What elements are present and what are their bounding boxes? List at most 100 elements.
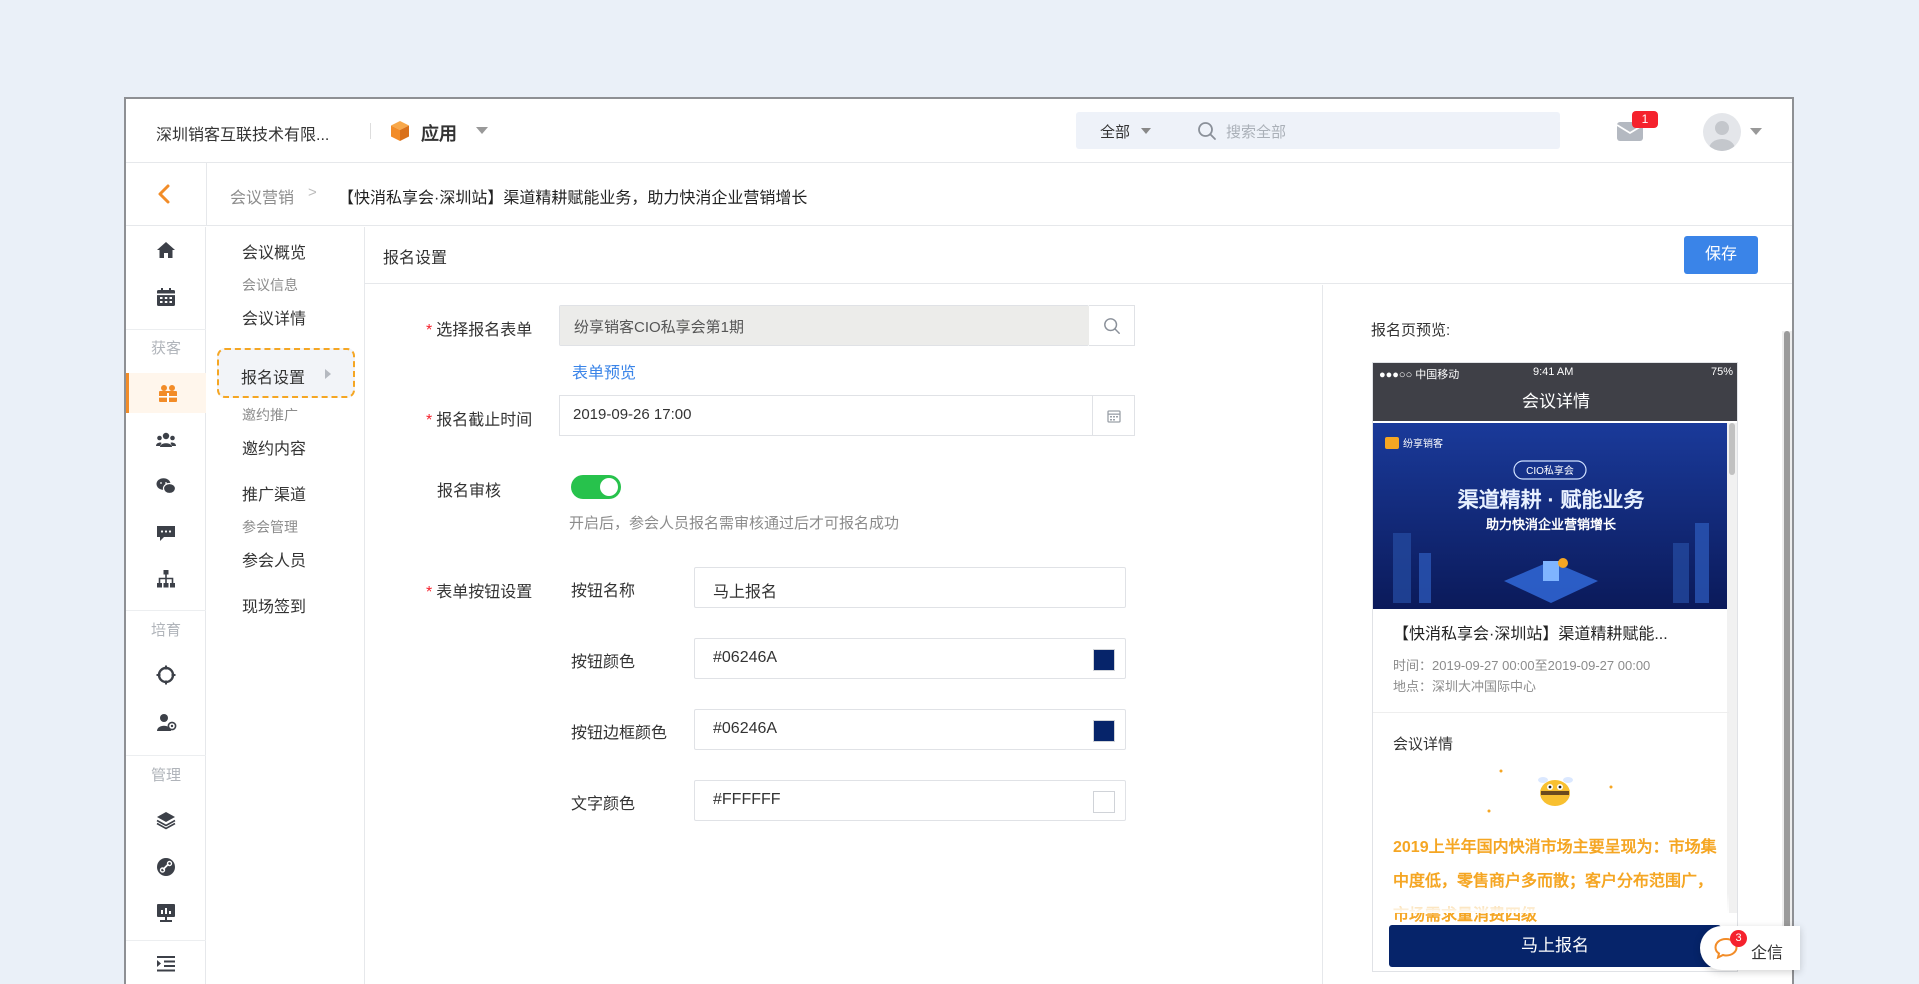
user-avatar-icon (1709, 121, 1735, 151)
bee-mascot-icon (1487, 769, 1613, 813)
deadline-value: 2019-09-26 17:00 (573, 406, 692, 423)
section-title: 会议详情 (1393, 736, 1454, 753)
select-form-label-text: 选择报名表单 (436, 322, 533, 339)
preview-signup-button[interactable]: 马上报名 (1389, 925, 1721, 967)
subnav-checkin[interactable]: 现场签到 (242, 593, 306, 617)
button-border-input[interactable]: #06246A (694, 709, 1126, 750)
search-icon (1103, 317, 1120, 334)
save-button[interactable]: 保存 (1684, 236, 1758, 274)
button-settings-label-text: 表单按钮设置 (436, 584, 533, 601)
meeting-icon[interactable] (126, 373, 206, 413)
select-form-input[interactable]: 纷享销客CIO私享会第1期 (559, 305, 1089, 346)
button-settings-label: * 表单按钮设置 (426, 584, 533, 601)
breadcrumb-parent[interactable]: 会议营销 (230, 184, 294, 208)
event-banner: 纷享销客 CIO私享会 渠道精耕 · 赋能业务 助力快消企业营销增长 (1373, 423, 1729, 609)
select-form-search-button[interactable] (1089, 305, 1135, 346)
back-arrow-icon[interactable] (154, 183, 174, 205)
user-setting-icon[interactable] (126, 702, 206, 742)
company-name[interactable]: 深圳销客互联技术有限... (156, 121, 329, 145)
subnav-signup-settings[interactable]: 报名设置 (217, 348, 355, 398)
subnav-group-invite: 邀约推广 (242, 407, 298, 423)
fade-overlay (1373, 893, 1729, 913)
indent-icon[interactable] (126, 943, 206, 983)
button-color-swatch[interactable] (1093, 649, 1115, 671)
chevron-down-icon[interactable] (476, 127, 488, 134)
scroll-thumb (1784, 331, 1790, 961)
app-menu-label[interactable]: 应用 (421, 120, 457, 146)
people-icon[interactable] (126, 420, 206, 460)
nav-group-acquire: 获客 (150, 340, 181, 357)
chevron-down-icon[interactable] (1141, 128, 1151, 134)
layers-icon[interactable] (126, 800, 206, 840)
divider (126, 329, 206, 330)
qixin-label: 企信 (1751, 945, 1784, 962)
select-form-value: 纷享销客CIO私享会第1期 (560, 306, 1089, 345)
sub-nav: 会议概览 会议信息 会议详情 报名设置 邀约推广 邀约内容 推广渠道 参会管理 … (207, 227, 365, 984)
target-icon[interactable] (126, 655, 206, 695)
carrier: ●●●○○ 中国移动 (1379, 369, 1460, 381)
deadline-label-text: 报名截止时间 (436, 412, 533, 429)
deadline-input[interactable]: 2019-09-26 17:00 (559, 395, 1135, 436)
search-scope-select[interactable]: 全部 (1100, 121, 1130, 142)
chat-icon[interactable] (126, 513, 206, 553)
divider (126, 610, 206, 611)
status-time: 9:41 AM (1533, 366, 1574, 378)
mail-badge: 1 (1632, 111, 1658, 128)
button-name-input[interactable]: 马上报名 (694, 567, 1126, 608)
event-intro-text: 2019上半年国内快消市场主要呈现为：市场集中度低，零售商户多而散；客户分布范围… (1393, 839, 1717, 924)
search-input[interactable]: 搜索全部 (1226, 121, 1286, 142)
form-preview-link[interactable]: 表单预览 (572, 359, 636, 383)
org-chart-icon[interactable] (126, 559, 206, 599)
subnav-invite-content[interactable]: 邀约内容 (242, 435, 306, 459)
qixin-chat-widget[interactable]: 3 企信 (1700, 926, 1800, 970)
subnav-attendees[interactable]: 参会人员 (242, 547, 306, 571)
app-cube-icon[interactable] (388, 119, 412, 143)
app-window: 深圳销客互联技术有限... 应用 全部 搜索全部 1 会议营销 > 【快消私享会… (124, 97, 1794, 984)
text-color-value: #FFFFFF (713, 791, 781, 808)
top-bar: 深圳销客互联技术有限... 应用 全部 搜索全部 1 (126, 99, 1792, 163)
button-name-label: 按钮名称 (571, 583, 636, 600)
page-title: 报名设置 (383, 250, 448, 267)
button-color-value: #06246A (713, 649, 778, 666)
wechat-icon[interactable] (126, 466, 206, 506)
scroll-thumb (1729, 423, 1735, 475)
signup-preview-panel: 报名页预览: ●●●○○ 中国移动 9:41 AM 75% 会议详情 纷享销客 … (1324, 285, 1792, 984)
text-color-input[interactable]: #FFFFFF (694, 780, 1126, 821)
divider (370, 123, 371, 139)
phone-scrollbar[interactable] (1727, 423, 1737, 913)
preview-scrollbar[interactable] (1782, 331, 1792, 961)
event-title: 【快消私享会·深圳站】渠道精耕赋能... (1393, 626, 1668, 643)
subnav-group-attendee: 参会管理 (242, 519, 298, 535)
button-border-label: 按钮边框颜色 (571, 725, 668, 742)
phone-page-title: 会议详情 (1373, 383, 1737, 421)
preview-label: 报名页预览: (1371, 322, 1451, 339)
text-color-swatch[interactable] (1093, 791, 1115, 813)
content-header: 报名设置 保存 (365, 227, 1792, 284)
button-color-input[interactable]: #06246A (694, 638, 1126, 679)
subnav-detail[interactable]: 会议详情 (242, 305, 306, 329)
calendar-icon[interactable] (126, 277, 206, 317)
review-toggle[interactable] (571, 475, 621, 499)
review-label: 报名审核 (437, 483, 502, 500)
link-icon[interactable] (126, 847, 206, 887)
screen-icon[interactable] (126, 893, 206, 933)
avatar[interactable] (1703, 113, 1741, 151)
divider (1373, 712, 1729, 713)
search-icon[interactable] (1197, 121, 1217, 141)
divider (126, 940, 206, 941)
breadcrumb-separator: > (308, 184, 317, 201)
banner-brand: 纷享销客 (1403, 437, 1443, 450)
subnav-signup-settings-label: 报名设置 (241, 370, 306, 387)
text-color-label: 文字颜色 (571, 796, 636, 813)
banner-tag: CIO私享会 (1526, 464, 1574, 477)
calendar-icon[interactable] (1092, 396, 1134, 435)
subnav-promo-channel[interactable]: 推广渠道 (242, 481, 306, 505)
home-icon[interactable] (126, 230, 206, 270)
breadcrumb: 会议营销 > 【快消私享会·深圳站】渠道精耕赋能业务，助力快消企业营销增长 (126, 163, 1792, 226)
icon-sidebar: 获客 培育 管理 (126, 227, 206, 984)
chevron-down-icon[interactable] (1750, 128, 1762, 135)
subnav-overview[interactable]: 会议概览 (242, 239, 306, 263)
button-border-swatch[interactable] (1093, 720, 1115, 742)
select-form-label: * 选择报名表单 (426, 322, 533, 339)
global-search[interactable]: 全部 搜索全部 (1076, 112, 1560, 149)
